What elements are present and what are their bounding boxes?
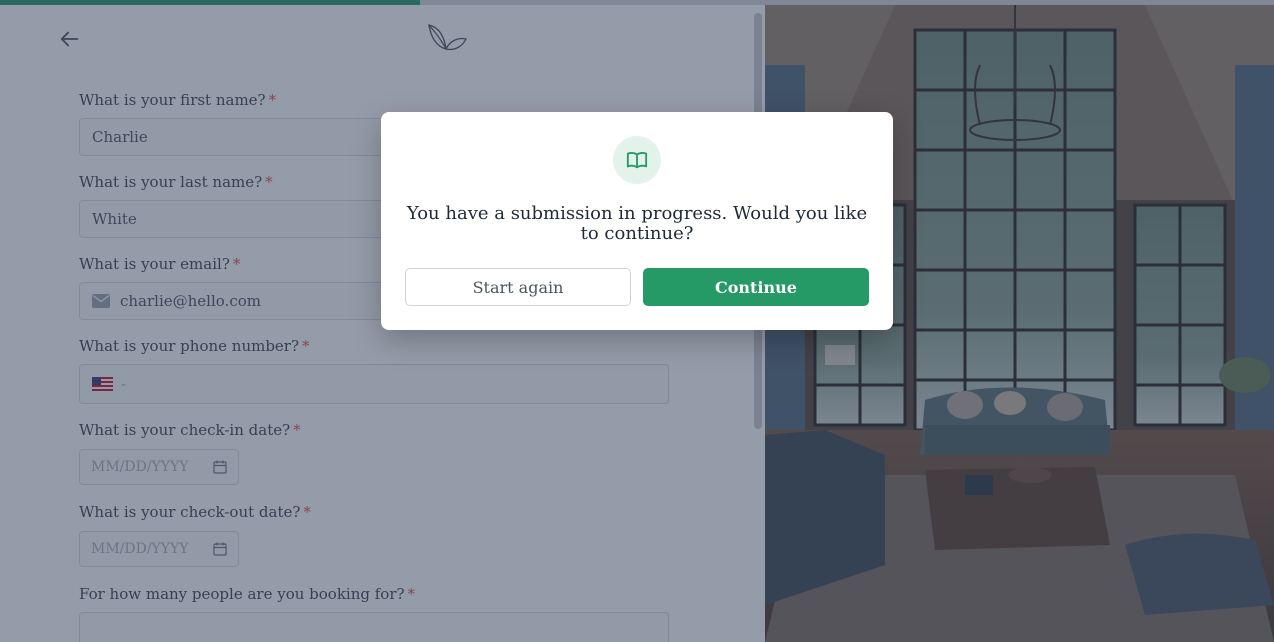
resume-submission-dialog: You have a submission in progress. Would… bbox=[381, 112, 893, 330]
start-again-button[interactable]: Start again bbox=[405, 268, 631, 306]
continue-button[interactable]: Continue bbox=[643, 268, 869, 306]
dialog-message: You have a submission in progress. Would… bbox=[406, 203, 868, 244]
book-open-icon bbox=[613, 136, 661, 184]
